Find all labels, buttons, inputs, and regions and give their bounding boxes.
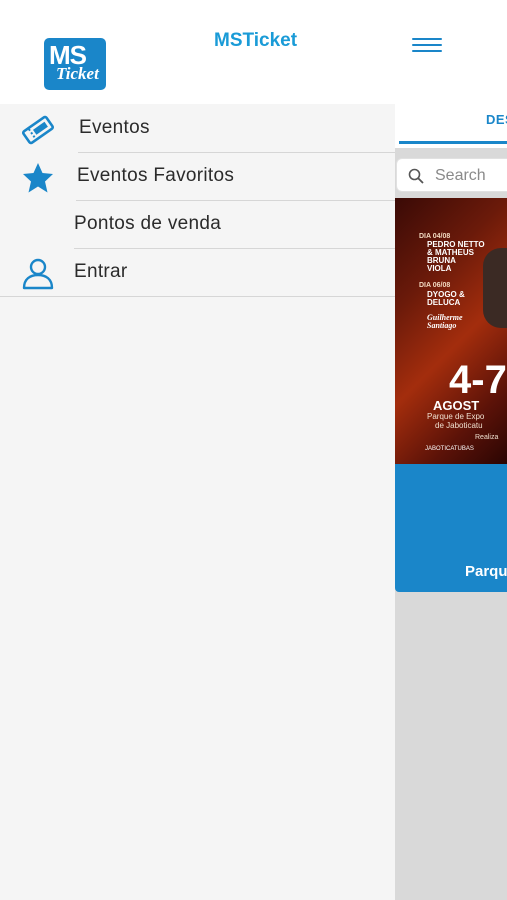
star-icon	[23, 163, 53, 193]
divider	[0, 296, 395, 297]
drawer-item-eventos-favoritos[interactable]: Eventos Favoritos	[0, 152, 395, 200]
poster-day-1: DIA 04/08	[419, 233, 451, 240]
navigation-drawer: MS Ticket MSTicket Eventos Eventos Favor…	[0, 0, 395, 900]
poster-artist-2: BRUNA VIOLA	[427, 256, 456, 273]
drawer-item-entrar[interactable]: Entrar	[0, 248, 395, 296]
search-input[interactable]: Search	[396, 158, 507, 192]
drawer-item-label: Entrar	[74, 261, 128, 282]
poster-sponsor: JABOTICATUBAS	[425, 446, 474, 452]
poster-artist-3: DYOGO & DELUCA	[427, 290, 465, 307]
poster-realiza: Realiza	[475, 434, 499, 441]
drawer-item-label: Eventos Favoritos	[77, 165, 235, 186]
tab-destaques[interactable]: DES	[486, 112, 507, 127]
tab-indicator	[399, 141, 507, 144]
app-logo: MS Ticket	[44, 38, 106, 90]
app-bar: DES	[395, 0, 507, 148]
hamburger-icon[interactable]	[412, 38, 442, 54]
drawer-item-label: Pontos de venda	[74, 213, 222, 234]
poster-artist-1: PEDRO NETTO & MATHEUS	[427, 240, 485, 257]
drawer-header: MS Ticket MSTicket	[0, 0, 395, 104]
search-placeholder: Search	[435, 167, 486, 184]
logo-text-ticket: Ticket	[56, 64, 99, 83]
ticket-icon	[22, 115, 54, 145]
poster-big-date: 4-7	[449, 358, 507, 402]
app-title: MSTicket	[214, 30, 298, 51]
poster-day-2: DIA 06/08	[419, 282, 451, 289]
artist-photo	[483, 248, 507, 328]
user-icon	[22, 258, 54, 290]
poster-place-2: de Jaboticatu	[435, 421, 483, 430]
event-poster[interactable]: DIA 04/08 PEDRO NETTO & MATHEUS BRUNA VI…	[395, 198, 507, 464]
drawer-item-pontos-de-venda[interactable]: Pontos de venda	[0, 200, 395, 248]
poster-month: AGOST	[433, 398, 480, 413]
drawer-item-label: Eventos	[79, 117, 150, 138]
event-card-info[interactable]: Parqu	[395, 464, 507, 592]
main-content: DES Search DIA 04/08 PEDRO NETTO & MATHE…	[395, 0, 507, 900]
search-icon	[408, 168, 424, 184]
poster-place-1: Parque de Expo	[427, 412, 485, 421]
drawer-item-eventos[interactable]: Eventos	[0, 104, 395, 152]
poster-artist-4: Guilherme Santiago	[427, 313, 463, 330]
event-place: Parqu	[465, 563, 507, 580]
